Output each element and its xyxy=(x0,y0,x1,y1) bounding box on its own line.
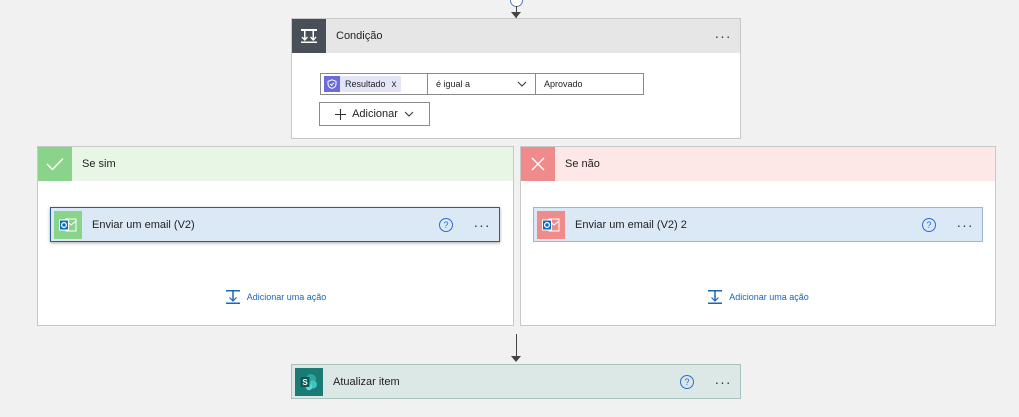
branch-yes-title: Se sim xyxy=(82,158,116,170)
connector-line xyxy=(516,334,517,356)
update-item-title: Atualizar item xyxy=(333,375,400,388)
dynamic-content-token[interactable]: Resultado x xyxy=(324,76,401,92)
action-more-button[interactable]: ··· xyxy=(948,217,982,233)
branch-yes: Se sim Enviar um email (V2) ? ··· Adicio… xyxy=(37,146,514,326)
branch-no: Se não Enviar um email (V2) 2 ? ··· Adic… xyxy=(520,146,996,326)
checkmark-icon xyxy=(38,147,72,181)
outlook-icon xyxy=(54,210,82,239)
add-action-label: Adicionar uma ação xyxy=(246,292,327,302)
action-more-button[interactable]: ··· xyxy=(465,217,499,233)
help-icon[interactable]: ? xyxy=(680,374,694,389)
add-condition-label: Adicionar xyxy=(352,108,398,120)
add-action-icon xyxy=(708,290,723,304)
add-action-link[interactable]: Adicionar uma ação xyxy=(38,289,513,305)
sharepoint-icon: S xyxy=(295,367,323,396)
update-item-more-button[interactable]: ··· xyxy=(706,374,740,390)
branch-no-title: Se não xyxy=(565,158,600,170)
branch-yes-header: Se sim xyxy=(38,147,513,181)
outlook-icon xyxy=(537,210,565,239)
token-remove-icon[interactable]: x xyxy=(392,79,397,90)
branch-no-header: Se não xyxy=(521,147,995,181)
token-label: Resultado xyxy=(345,79,386,89)
plus-icon xyxy=(335,108,347,120)
arrow-down-icon xyxy=(511,356,521,362)
send-email-action-card[interactable]: Enviar um email (V2) ? ··· xyxy=(50,207,500,242)
chevron-down-icon xyxy=(517,81,527,87)
send-email-action-card[interactable]: Enviar um email (V2) 2 ? ··· xyxy=(533,207,983,242)
operator-select[interactable]: é igual a xyxy=(428,73,536,95)
add-action-link[interactable]: Adicionar uma ação xyxy=(521,289,995,305)
update-item-action-card[interactable]: S Atualizar item ? ··· xyxy=(291,364,741,399)
operator-value: é igual a xyxy=(436,79,471,89)
condition-card: Condição ··· Resultado x é igual a Aprov… xyxy=(291,18,741,139)
condition-header[interactable]: Condição ··· xyxy=(292,19,740,53)
help-icon[interactable]: ? xyxy=(922,217,936,232)
chevron-down-icon xyxy=(404,111,414,117)
condition-title: Condição xyxy=(336,30,383,42)
right-operand-field[interactable]: Aprovado xyxy=(536,73,644,95)
close-icon xyxy=(521,147,555,181)
add-condition-button[interactable]: Adicionar xyxy=(319,102,430,126)
condition-icon xyxy=(292,19,326,53)
add-action-label: Adicionar uma ação xyxy=(729,292,809,302)
approval-icon xyxy=(324,76,340,92)
help-icon[interactable]: ? xyxy=(439,217,453,232)
left-operand-field[interactable]: Resultado x xyxy=(320,73,428,95)
action-title: Enviar um email (V2) xyxy=(92,218,195,231)
add-action-icon xyxy=(225,290,240,304)
condition-row: Resultado x é igual a Aprovado xyxy=(320,73,644,95)
condition-more-button[interactable]: ··· xyxy=(706,28,740,44)
action-title: Enviar um email (V2) 2 xyxy=(575,218,687,231)
svg-text:S: S xyxy=(302,378,308,387)
